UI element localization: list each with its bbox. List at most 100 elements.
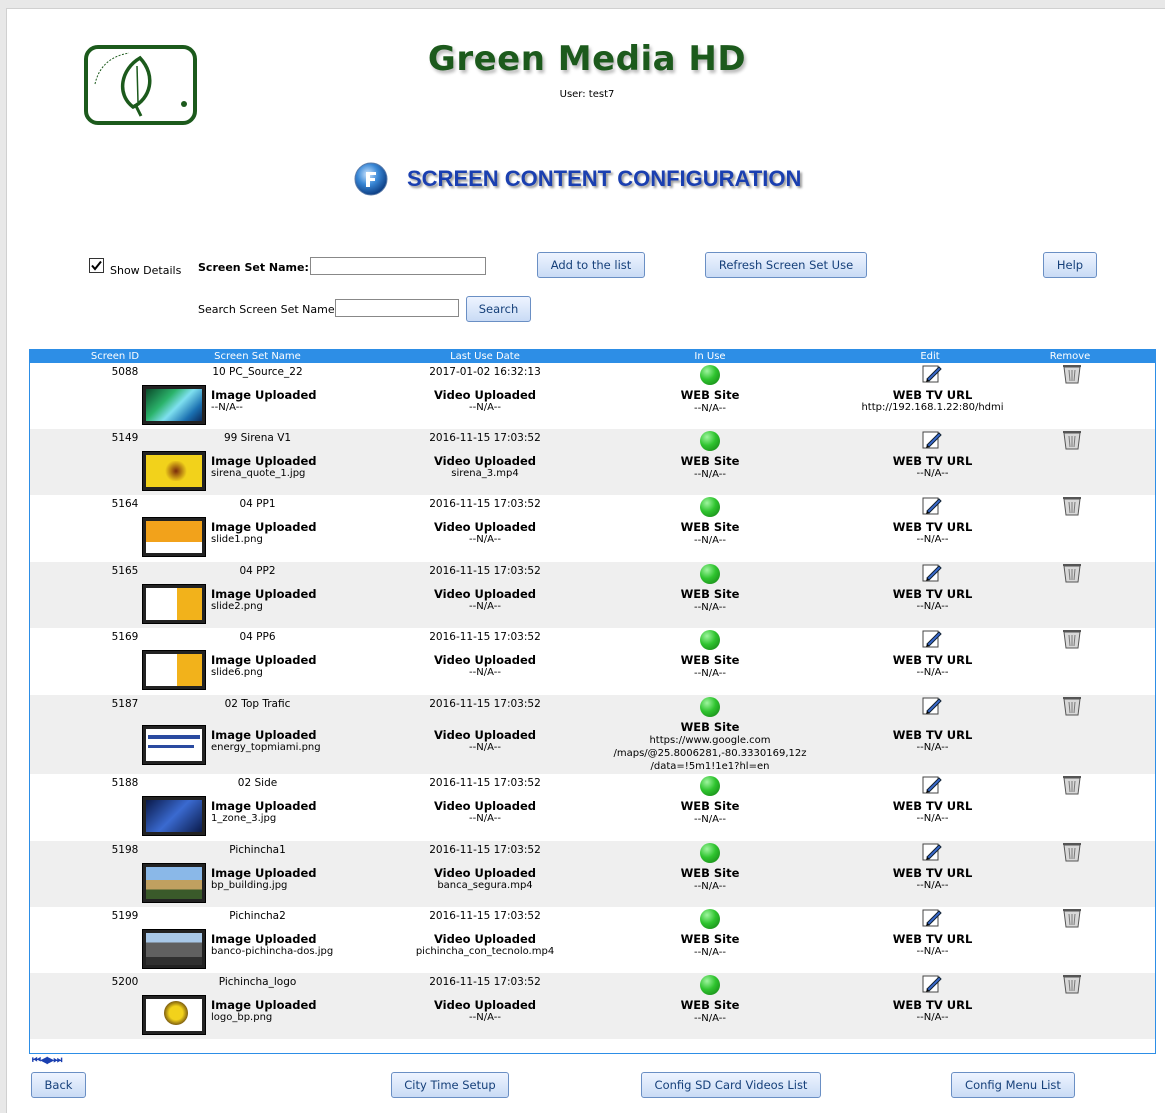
edit-icon[interactable] [921, 973, 943, 995]
search-input[interactable] [335, 299, 459, 317]
trash-icon[interactable] [1061, 907, 1083, 929]
web-tv-url-value: --N/A-- [916, 813, 949, 824]
edit-icon[interactable] [921, 562, 943, 584]
video-uploaded-label: Video Uploaded [433, 587, 536, 601]
in-use-indicator-icon [700, 564, 720, 584]
table-row: 5200 Pichincha_logo 2016-11-15 17:03:52 … [30, 973, 1155, 1039]
web-tv-url-value: --N/A-- [916, 946, 949, 957]
trash-icon[interactable] [1061, 363, 1083, 385]
col-remove[interactable]: Remove [1030, 350, 1110, 363]
col-last-use-date[interactable]: Last Use Date [415, 350, 555, 363]
screen-id: 5088 [111, 366, 139, 378]
trash-icon[interactable] [1061, 695, 1083, 717]
last-use-date: 2016-11-15 17:03:52 [429, 498, 541, 510]
last-use-date: 2016-11-15 17:03:52 [429, 698, 541, 710]
screen-set-name: 02 Side [237, 777, 278, 789]
image-file: slide1.png [211, 534, 263, 545]
trash-icon[interactable] [1061, 973, 1083, 995]
web-tv-url-value: --N/A-- [916, 880, 949, 891]
web-tv-url-label: WEB TV URL [892, 998, 973, 1012]
video-file: --N/A-- [469, 402, 501, 413]
web-tv-url-value: --N/A-- [916, 534, 949, 545]
col-in-use[interactable]: In Use [660, 350, 760, 363]
image-file: banco-pichincha-dos.jpg [211, 946, 334, 957]
trash-icon[interactable] [1061, 841, 1083, 863]
web-tv-url-value: --N/A-- [916, 601, 949, 612]
last-use-date: 2017-01-02 16:32:13 [429, 366, 541, 378]
col-screen-set-name[interactable]: Screen Set Name [190, 350, 325, 363]
table-body: 5088 10 PC_Source_22 2017-01-02 16:32:13… [30, 363, 1155, 1039]
screen-set-name: 04 PP1 [239, 498, 276, 510]
refresh-screen-set-use-button[interactable]: Refresh Screen Set Use [705, 252, 867, 278]
col-screen-id[interactable]: Screen ID [70, 350, 160, 363]
edit-icon[interactable] [921, 907, 943, 929]
image-file: energy_topmiami.png [211, 742, 321, 753]
image-uploaded-label: Image Uploaded [211, 799, 317, 813]
city-time-setup-button[interactable]: City Time Setup [391, 1072, 509, 1098]
web-tv-url-value: --N/A-- [916, 667, 949, 678]
web-site-value: https://www.google.com /maps/@25.8006281… [613, 735, 807, 772]
screen-set-name: Pichincha1 [229, 844, 286, 856]
trash-icon[interactable] [1061, 429, 1083, 451]
show-details-checkbox[interactable] [89, 258, 104, 273]
screen-id: 5169 [111, 631, 139, 643]
table-row: 5164 04 PP1 2016-11-15 17:03:52 Image Up… [30, 495, 1155, 562]
video-uploaded-label: Video Uploaded [433, 454, 536, 468]
web-tv-url-label: WEB TV URL [892, 454, 973, 468]
image-thumbnail [142, 995, 206, 1035]
trash-icon[interactable] [1061, 562, 1083, 584]
last-use-date: 2016-11-15 17:03:52 [429, 777, 541, 789]
edit-icon[interactable] [921, 774, 943, 796]
web-tv-url-label: WEB TV URL [892, 799, 973, 813]
last-use-date: 2016-11-15 17:03:52 [429, 910, 541, 922]
trash-icon[interactable] [1061, 774, 1083, 796]
brand-title: Green Media HD [427, 39, 747, 79]
edit-icon[interactable] [921, 841, 943, 863]
table-row: 5188 02 Side 2016-11-15 17:03:52 Image U… [30, 774, 1155, 841]
screen-id: 5198 [111, 844, 139, 856]
web-site-label: WEB Site [680, 998, 740, 1012]
web-tv-url-value: --N/A-- [916, 468, 949, 479]
image-thumbnail [142, 517, 206, 557]
pager[interactable]: ⏮◀▶⏭ [32, 1055, 62, 1066]
edit-icon[interactable] [921, 363, 943, 385]
screen-set-name: 04 PP2 [239, 565, 276, 577]
screen-id: 5149 [111, 432, 139, 444]
edit-icon[interactable] [921, 429, 943, 451]
web-tv-url-label: WEB TV URL [892, 932, 973, 946]
video-uploaded-label: Video Uploaded [433, 866, 536, 880]
add-to-list-button[interactable]: Add to the list [537, 252, 645, 278]
trash-icon[interactable] [1061, 628, 1083, 650]
last-use-date: 2016-11-15 17:03:52 [429, 631, 541, 643]
in-use-indicator-icon [700, 843, 720, 863]
screen-set-name: 02 Top Trafic [224, 698, 291, 710]
trash-icon[interactable] [1061, 495, 1083, 517]
back-button[interactable]: Back [31, 1072, 86, 1098]
config-menu-list-button[interactable]: Config Menu List [951, 1072, 1075, 1098]
col-edit[interactable]: Edit [890, 350, 970, 363]
web-tv-url-value: http://192.168.1.22:80/hdmi [861, 402, 1004, 413]
web-tv-url-label: WEB TV URL [892, 388, 973, 402]
image-uploaded-label: Image Uploaded [211, 454, 317, 468]
web-site-label: WEB Site [680, 720, 740, 734]
last-use-date: 2016-11-15 17:03:52 [429, 976, 541, 988]
image-thumbnail [142, 584, 206, 624]
edit-icon[interactable] [921, 628, 943, 650]
web-site-label: WEB Site [680, 799, 740, 813]
in-use-indicator-icon [700, 365, 720, 385]
video-uploaded-label: Video Uploaded [433, 653, 536, 667]
web-site-value: --N/A-- [694, 668, 726, 679]
edit-icon[interactable] [921, 695, 943, 717]
screen-set-name: 04 PP6 [239, 631, 276, 643]
video-file: --N/A-- [469, 813, 501, 824]
screen-set-name-input[interactable] [310, 257, 486, 275]
screen-id: 5187 [111, 698, 139, 710]
help-button[interactable]: Help [1043, 252, 1097, 278]
image-uploaded-label: Image Uploaded [211, 520, 317, 534]
screen-sets-table: Screen ID Screen Set Name Last Use Date … [29, 349, 1156, 1054]
search-button[interactable]: Search [466, 296, 531, 322]
config-sd-card-videos-list-button[interactable]: Config SD Card Videos List [641, 1072, 821, 1098]
web-site-value: --N/A-- [694, 947, 726, 958]
edit-icon[interactable] [921, 495, 943, 517]
table-row: 5165 04 PP2 2016-11-15 17:03:52 Image Up… [30, 562, 1155, 628]
